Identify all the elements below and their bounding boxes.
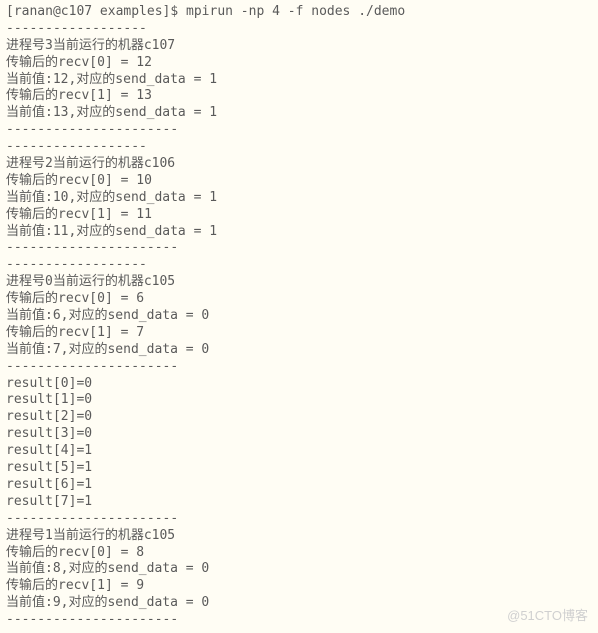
- output-line: 当前值:11,对应的send_data = 1: [6, 224, 592, 241]
- output-line: 传输后的recv[1] = 9: [6, 578, 592, 595]
- output-line: 传输后的recv[0] = 6: [6, 291, 592, 308]
- output-line: 当前值:9,对应的send_data = 0: [6, 595, 592, 612]
- output-line: 传输后的recv[0] = 8: [6, 545, 592, 562]
- result-line: result[4]=1: [6, 443, 592, 460]
- separator: ------------------: [6, 257, 592, 274]
- proc-header: 进程号1当前运行的机器c105: [6, 528, 592, 545]
- result-line: result[5]=1: [6, 460, 592, 477]
- output-line: 当前值:12,对应的send_data = 1: [6, 72, 592, 89]
- separator: ----------------------: [6, 612, 592, 629]
- output-line: 当前值:8,对应的send_data = 0: [6, 561, 592, 578]
- output-line: 传输后的recv[0] = 12: [6, 55, 592, 72]
- result-line: result[0]=0: [6, 376, 592, 393]
- shell-prompt: [ranan@c107 examples]$ mpirun -np 4 -f n…: [6, 4, 592, 21]
- output-line: 当前值:6,对应的send_data = 0: [6, 308, 592, 325]
- separator: ----------------------: [6, 240, 592, 257]
- separator: ----------------------: [6, 122, 592, 139]
- output-line: 当前值:10,对应的send_data = 1: [6, 190, 592, 207]
- separator: ------------------: [6, 21, 592, 38]
- output-line: 当前值:13,对应的send_data = 1: [6, 105, 592, 122]
- separator: ----------------------: [6, 511, 592, 528]
- separator: ----------------------: [6, 359, 592, 376]
- output-line: 传输后的recv[0] = 10: [6, 173, 592, 190]
- output-line: 当前值:7,对应的send_data = 0: [6, 342, 592, 359]
- result-line: result[2]=0: [6, 409, 592, 426]
- proc-header: 进程号0当前运行的机器c105: [6, 274, 592, 291]
- output-line: 传输后的recv[1] = 11: [6, 207, 592, 224]
- proc-header: 进程号2当前运行的机器c106: [6, 156, 592, 173]
- result-line: result[1]=0: [6, 392, 592, 409]
- result-line: result[7]=1: [6, 494, 592, 511]
- output-line: 传输后的recv[1] = 7: [6, 325, 592, 342]
- result-line: result[3]=0: [6, 426, 592, 443]
- proc-header: 进程号3当前运行的机器c107: [6, 38, 592, 55]
- result-line: result[6]=1: [6, 477, 592, 494]
- separator: ------------------: [6, 139, 592, 156]
- output-line: 传输后的recv[1] = 13: [6, 88, 592, 105]
